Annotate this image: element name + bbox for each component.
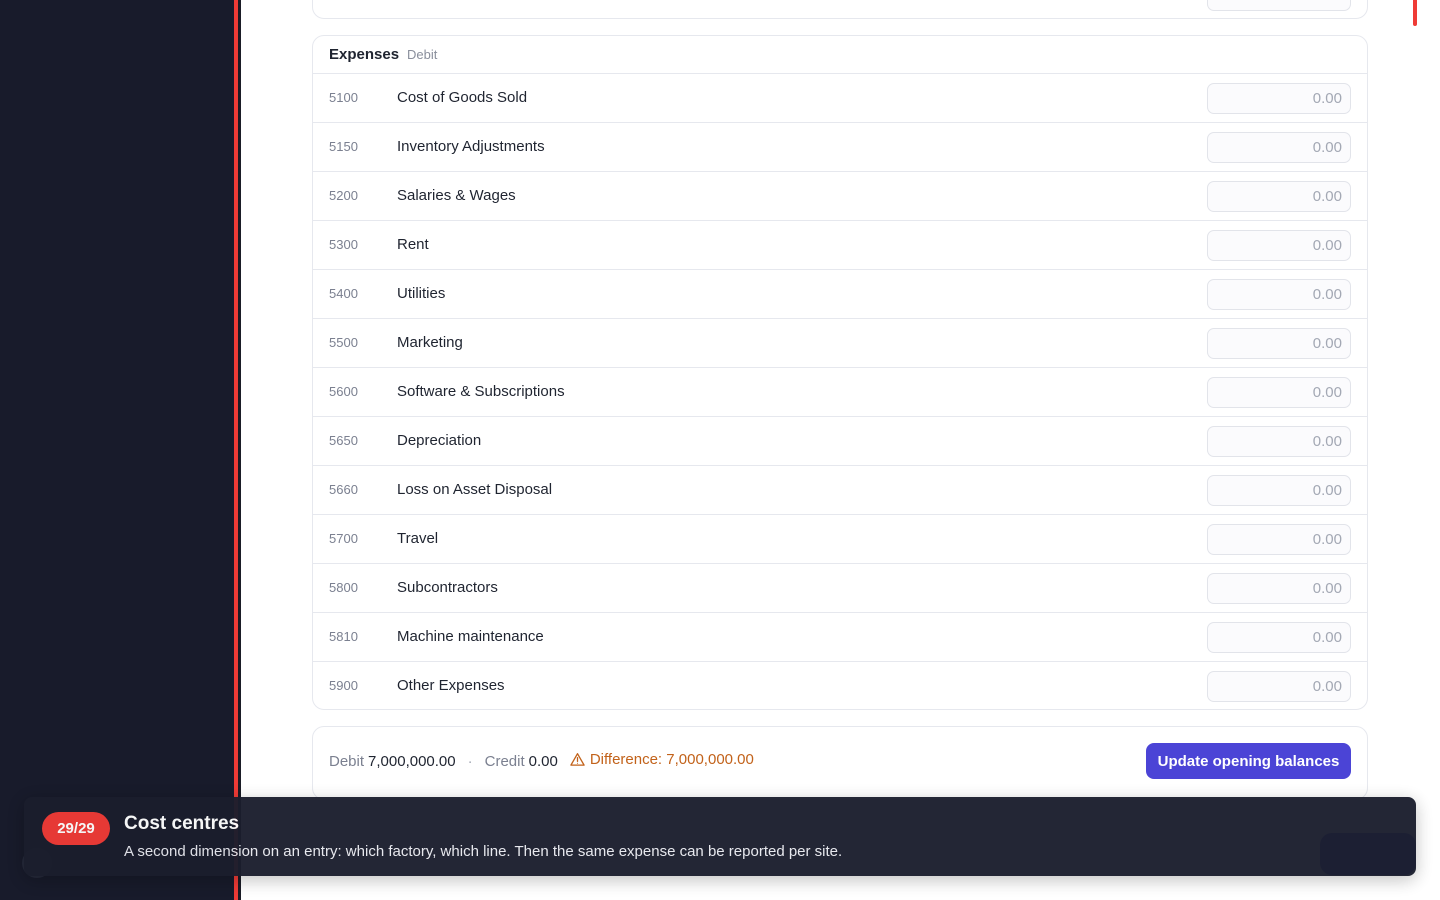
account-name: Loss on Asset Disposal — [397, 481, 553, 498]
account-code: 5900 — [329, 678, 358, 693]
account-name: Marketing — [397, 334, 463, 351]
account-code: 5200 — [329, 188, 358, 203]
opening-balance-input[interactable] — [1207, 475, 1351, 506]
opening-balance-input[interactable] — [1207, 132, 1351, 163]
account-code: 5600 — [329, 384, 358, 399]
tour-step-popover: 29/29 Cost centres A second dimension on… — [24, 797, 1416, 876]
difference-text: Difference: 7,000,000.00 — [589, 751, 754, 768]
account-name: Cost of Goods Sold — [397, 89, 528, 106]
account-name: Rent — [397, 236, 429, 253]
account-name: Software & Subscriptions — [397, 383, 565, 400]
update-opening-balances-button[interactable]: Update opening balances — [1146, 743, 1351, 779]
account-code: 5800 — [329, 580, 358, 595]
account-row: 5200 Salaries & Wages — [313, 172, 1367, 221]
opening-balance-input[interactable] — [1207, 622, 1351, 653]
account-row: 5650 Depreciation — [313, 417, 1367, 466]
account-code: 5810 — [329, 629, 358, 644]
account-name: Machine maintenance — [397, 628, 544, 645]
balance-totals: Debit 7,000,000.00 · Credit 0.00 Differe… — [329, 751, 754, 770]
account-code: 5500 — [329, 335, 358, 350]
account-name: Depreciation — [397, 432, 482, 449]
expenses-balance-side: Debit — [407, 47, 438, 62]
account-row: 5150 Inventory Adjustments — [313, 123, 1367, 172]
scroll-indicator — [1413, 0, 1417, 26]
opening-balance-input[interactable] — [1207, 181, 1351, 212]
tour-step-badge: 29/29 — [42, 812, 110, 845]
account-row: 5900 Other Expenses — [313, 662, 1367, 709]
account-code: 5660 — [329, 482, 358, 497]
opening-balance-input[interactable] — [1207, 671, 1351, 702]
account-row: 5700 Travel — [313, 515, 1367, 564]
account-row: 5400 Utilities — [313, 270, 1367, 319]
opening-balance-input[interactable] — [1207, 573, 1351, 604]
account-name: Salaries & Wages — [397, 187, 516, 204]
account-row: 5800 Subcontractors — [313, 564, 1367, 613]
opening-balance-input[interactable] — [1207, 524, 1351, 555]
account-row: 5600 Software & Subscriptions — [313, 368, 1367, 417]
account-name: Other Expenses — [397, 677, 505, 694]
account-row: 5810 Machine maintenance — [313, 613, 1367, 662]
account-code: 5400 — [329, 286, 358, 301]
opening-balance-input[interactable] — [1207, 426, 1351, 457]
previous-balance-input[interactable] — [1207, 0, 1351, 11]
warning-triangle-icon — [570, 753, 585, 766]
opening-balance-input[interactable] — [1207, 83, 1351, 114]
credit-total: 0.00 — [528, 753, 558, 770]
totals-separator: · — [467, 753, 473, 770]
account-code: 5150 — [329, 139, 358, 154]
account-row: 5660 Loss on Asset Disposal — [313, 466, 1367, 515]
expenses-title: Expenses — [329, 46, 400, 63]
previous-section-card — [312, 0, 1368, 19]
tour-step-title: Cost centres — [124, 813, 240, 834]
account-name: Utilities — [397, 285, 446, 302]
difference-warning: Difference: 7,000,000.00 — [570, 751, 754, 768]
debit-label: Debit — [329, 753, 365, 770]
account-row: 5100 Cost of Goods Sold — [313, 74, 1367, 123]
tour-step-description: A second dimension on an entry: which fa… — [124, 843, 843, 860]
credit-label: Credit — [484, 753, 525, 770]
balance-summary-bar: Debit 7,000,000.00 · Credit 0.00 Differe… — [312, 726, 1368, 800]
opening-balance-input[interactable] — [1207, 377, 1351, 408]
debit-total: 7,000,000.00 — [368, 753, 456, 770]
account-row: 5300 Rent — [313, 221, 1367, 270]
expenses-card-header: Expenses Debit — [313, 36, 1367, 74]
account-code: 5700 — [329, 531, 358, 546]
expense-accounts-list: 5100 Cost of Goods Sold 5150 Inventory Adju… — [313, 74, 1367, 709]
account-name: Inventory Adjustments — [397, 138, 545, 155]
account-code: 5300 — [329, 237, 358, 252]
account-name: Travel — [397, 530, 439, 547]
expenses-card: Expenses Debit 5100 Cost of Goods Sold 515… — [312, 35, 1368, 710]
account-code: 5650 — [329, 433, 358, 448]
account-name: Subcontractors — [397, 579, 498, 596]
opening-balance-input[interactable] — [1207, 328, 1351, 359]
opening-balance-input[interactable] — [1207, 279, 1351, 310]
sidebar-divider — [238, 0, 241, 900]
account-row: 5500 Marketing — [313, 319, 1367, 368]
opening-balance-input[interactable] — [1207, 230, 1351, 261]
account-code: 5100 — [329, 90, 358, 105]
sidebar — [0, 0, 234, 900]
